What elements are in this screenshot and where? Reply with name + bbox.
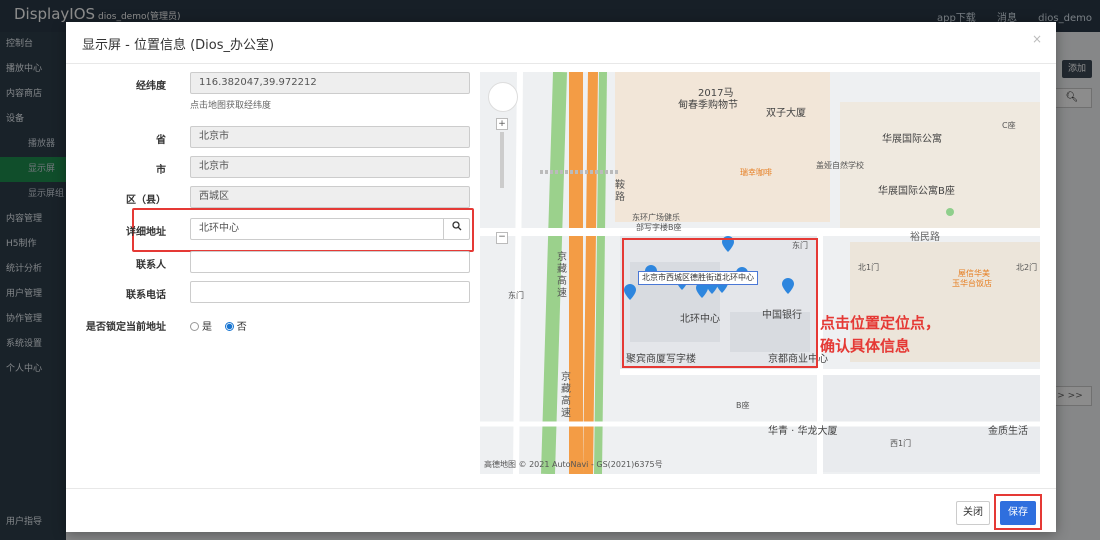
instruction-annotation: 点击位置定位点， 确认具体信息 [820,312,940,358]
latlng-label: 经纬度 [136,81,166,92]
close-button[interactable]: 关闭 [956,501,990,525]
latlng-hint: 点击地图获取经纬度 [190,101,272,111]
contact-input[interactable] [190,251,470,273]
modal-title: 显示屏 - 位置信息 (Dios_办公室) [82,38,275,53]
map-road-label: 鞍路 [615,180,625,203]
lock-yes-label[interactable]: 是 [202,322,212,333]
map-highway [583,72,598,474]
map-road-label: 裕民路 [910,232,940,243]
map-label: 盖娅自然学校 [816,161,864,170]
annotation-line-1: 点击位置定位点， [820,314,941,332]
zoom-out-button[interactable]: − [496,232,508,244]
map-greenbelt [594,72,607,474]
province-field[interactable]: 北京市 [190,126,470,148]
address-input[interactable]: 北环中心 [190,218,470,240]
map-road [513,72,523,474]
map-label: 金质生活 [988,426,1028,437]
map-label: C座 [1002,121,1016,130]
modal-footer: 关闭 保存 [66,488,1056,532]
contact-label: 联系人 [136,260,166,271]
zoom-slider[interactable] [500,132,504,188]
zoom-in-button[interactable]: + [496,118,508,130]
map-label: 华青 · 华龙大厦 [768,426,838,437]
close-icon[interactable]: × [1032,32,1042,46]
map-label: 玉华台饭店 [952,279,992,288]
modal-header: 显示屏 - 位置信息 (Dios_办公室) × [66,22,1056,64]
city-field[interactable]: 北京市 [190,156,470,178]
map-label: 西1门 [890,439,912,448]
map-view[interactable]: + − 2017马 甸春季购物节 双子大厦 C座 华展国际公寓 瑞幸咖啡 盖娅自… [480,72,1040,474]
lock-no-label[interactable]: 否 [237,322,247,333]
lock-no-radio[interactable] [224,322,234,331]
map-zoom-bar[interactable]: + [496,118,510,218]
location-modal: 显示屏 - 位置信息 (Dios_办公室) × 经纬度 116.382047,3… [66,22,1056,532]
map-highlight-box [622,238,818,368]
annotation-line-2: 确认具体信息 [820,337,911,355]
map-label: 部写字楼B座 [636,223,682,232]
map-label: 瑞幸咖啡 [740,168,772,177]
address-value: 北环中心 [199,223,239,234]
search-icon [451,221,461,231]
map-label: 双子大厦 [766,108,806,119]
map-label: 华展国际公寓B座 [878,186,955,197]
latlng-field[interactable]: 116.382047,39.972212 [190,72,470,94]
map-road-label: 京藏高速 [557,252,567,299]
phone-label: 联系电话 [126,290,166,301]
map-compass-control[interactable] [488,82,518,112]
phone-input[interactable] [190,281,470,303]
address-search-button[interactable] [443,219,469,239]
map-label: 甸春季购物节 [678,100,738,111]
save-button[interactable]: 保存 [1000,501,1036,525]
lock-label: 是否锁定当前地址 [86,322,166,333]
map-label: 北1门 [858,263,880,272]
district-field[interactable]: 西城区 [190,186,470,208]
lock-yes-radio[interactable] [190,322,199,331]
map-label: 东门 [508,291,524,300]
district-label: 区（县） [126,195,166,206]
map-label: B座 [736,401,750,410]
lock-radio-group: 是 否 [190,318,247,333]
province-label: 省 [156,135,166,146]
map-label: 北2门 [1016,263,1038,272]
map-label: 华展国际公寓 [882,134,942,145]
map-park-dot [946,208,954,216]
map-popup-label[interactable]: 北京市西城区德胜街道北环中心 [638,271,758,285]
address-label: 详细地址 [126,227,166,238]
map-road-label: 京藏高速 [561,372,571,419]
map-attribution: 高德地图 © 2021 AutoNavi - GS(2021)6375号 [484,460,663,469]
city-label: 市 [156,165,166,176]
